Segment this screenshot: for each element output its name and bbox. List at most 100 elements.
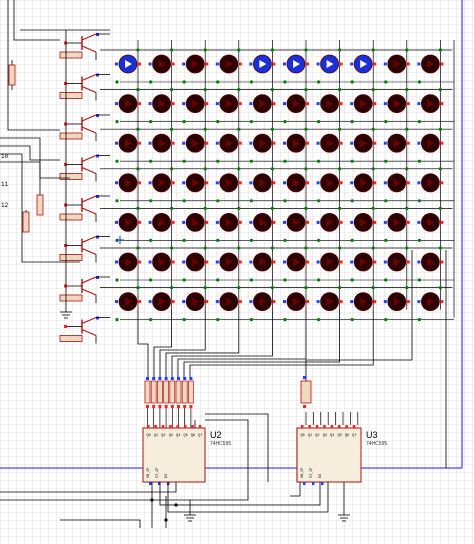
- pin-marker: [184, 425, 187, 428]
- junction-dot: [384, 318, 388, 322]
- junction-dot: [136, 88, 140, 92]
- pin-marker: [138, 102, 141, 106]
- base-resistor[interactable]: [59, 254, 83, 261]
- base-resistor[interactable]: [59, 335, 83, 342]
- net-label-10: 10: [1, 153, 9, 160]
- pin-marker: [373, 260, 377, 264]
- pin-marker: [383, 300, 387, 304]
- junction-dot: [115, 159, 119, 163]
- junction-dot: [338, 206, 342, 210]
- resistor[interactable]: [8, 64, 16, 86]
- junction-dot: [317, 120, 321, 124]
- junction-dot: [136, 246, 140, 250]
- pin-marker: [316, 181, 320, 185]
- junction-dot: [237, 127, 241, 131]
- pin-marker: [96, 114, 99, 117]
- junction-dot: [405, 127, 409, 131]
- junction-dot: [438, 167, 442, 171]
- pin-label: Q3: [323, 434, 327, 438]
- pin-marker: [283, 62, 286, 66]
- pin-marker: [182, 62, 186, 66]
- pin-marker: [306, 141, 309, 145]
- pin-marker: [238, 220, 242, 224]
- junction-dot: [249, 120, 253, 124]
- pin-marker: [440, 220, 444, 224]
- pin-label: Q7: [352, 434, 356, 438]
- base-resistor[interactable]: [59, 213, 83, 221]
- pin-marker: [350, 62, 354, 66]
- pin-marker: [373, 62, 377, 66]
- junction-dot: [149, 80, 153, 84]
- junction-dot: [249, 80, 253, 84]
- junction-dot: [384, 278, 388, 282]
- pin-marker: [96, 195, 99, 198]
- junction-dot: [417, 199, 421, 203]
- pin-marker: [115, 300, 118, 304]
- junction-dot: [237, 206, 241, 210]
- pin-marker: [350, 220, 354, 224]
- pin-marker: [115, 220, 118, 224]
- pin-marker: [316, 300, 320, 304]
- pin-marker: [64, 284, 67, 288]
- resistor: [169, 380, 176, 404]
- pin-marker: [373, 181, 377, 185]
- base-resistor[interactable]: [59, 294, 83, 302]
- junction-dot: [417, 238, 421, 242]
- pin-marker: [339, 260, 343, 264]
- pin-marker: [373, 141, 377, 145]
- junction-dot: [350, 278, 354, 282]
- junction-dot: [405, 206, 409, 210]
- resistor[interactable]: [22, 211, 30, 233]
- pin-marker: [315, 425, 319, 428]
- pin-marker: [205, 220, 209, 224]
- junction-dot: [338, 286, 342, 290]
- junction-dot: [304, 127, 308, 131]
- pin-label: SH_CP: [301, 467, 305, 478]
- resistor[interactable]: [36, 194, 44, 216]
- junction-dot: [237, 246, 241, 250]
- junction-dot: [438, 127, 442, 131]
- resistor: [157, 380, 163, 404]
- pin-marker: [182, 300, 186, 304]
- pin-label: Q6: [345, 434, 349, 438]
- pin-marker: [96, 154, 99, 158]
- pin-label: Q7: [198, 434, 202, 438]
- resistor: [150, 380, 157, 404]
- junction-dot: [350, 199, 354, 203]
- pin-marker: [301, 425, 304, 428]
- pin-marker: [406, 260, 410, 264]
- pin-marker: [238, 102, 242, 106]
- base-resistor[interactable]: [59, 132, 83, 140]
- pin-marker: [177, 377, 180, 380]
- pin-marker: [417, 260, 421, 264]
- pin-marker: [383, 181, 387, 185]
- pin-marker: [417, 220, 421, 224]
- junction-dot: [270, 88, 274, 92]
- pin-marker: [158, 377, 162, 380]
- base-resistor[interactable]: [59, 92, 83, 99]
- pin-marker: [339, 220, 343, 224]
- pin-label: Q2: [161, 434, 165, 438]
- pin-label: Q3: [169, 434, 173, 438]
- junction-dot: [170, 286, 174, 290]
- junction-dot: [371, 167, 375, 171]
- junction-dot: [237, 167, 241, 171]
- pin-marker: [330, 425, 334, 428]
- pin-marker: [170, 377, 174, 380]
- pin-marker: [148, 300, 152, 304]
- junction-dot: [304, 246, 308, 250]
- pin-marker: [249, 141, 253, 145]
- base-resistor[interactable]: [59, 51, 83, 59]
- pin-marker: [306, 260, 309, 264]
- base-resistor[interactable]: [59, 173, 83, 180]
- junction-dot: [384, 120, 388, 124]
- pin-marker: [169, 425, 172, 428]
- junction-dot: [203, 88, 207, 92]
- junction-dot: [216, 199, 220, 203]
- junction-dot: [170, 167, 174, 171]
- schematic-canvas[interactable]: 10 11 12 U2 74HC595 Q0 Q1 Q2 Q3 Q4 Q5 Q6 Q7SH_C…: [0, 0, 474, 544]
- pin-marker: [308, 425, 311, 428]
- junction-dot: [270, 246, 274, 250]
- pin-marker: [182, 260, 186, 264]
- junction-dot: [270, 167, 274, 171]
